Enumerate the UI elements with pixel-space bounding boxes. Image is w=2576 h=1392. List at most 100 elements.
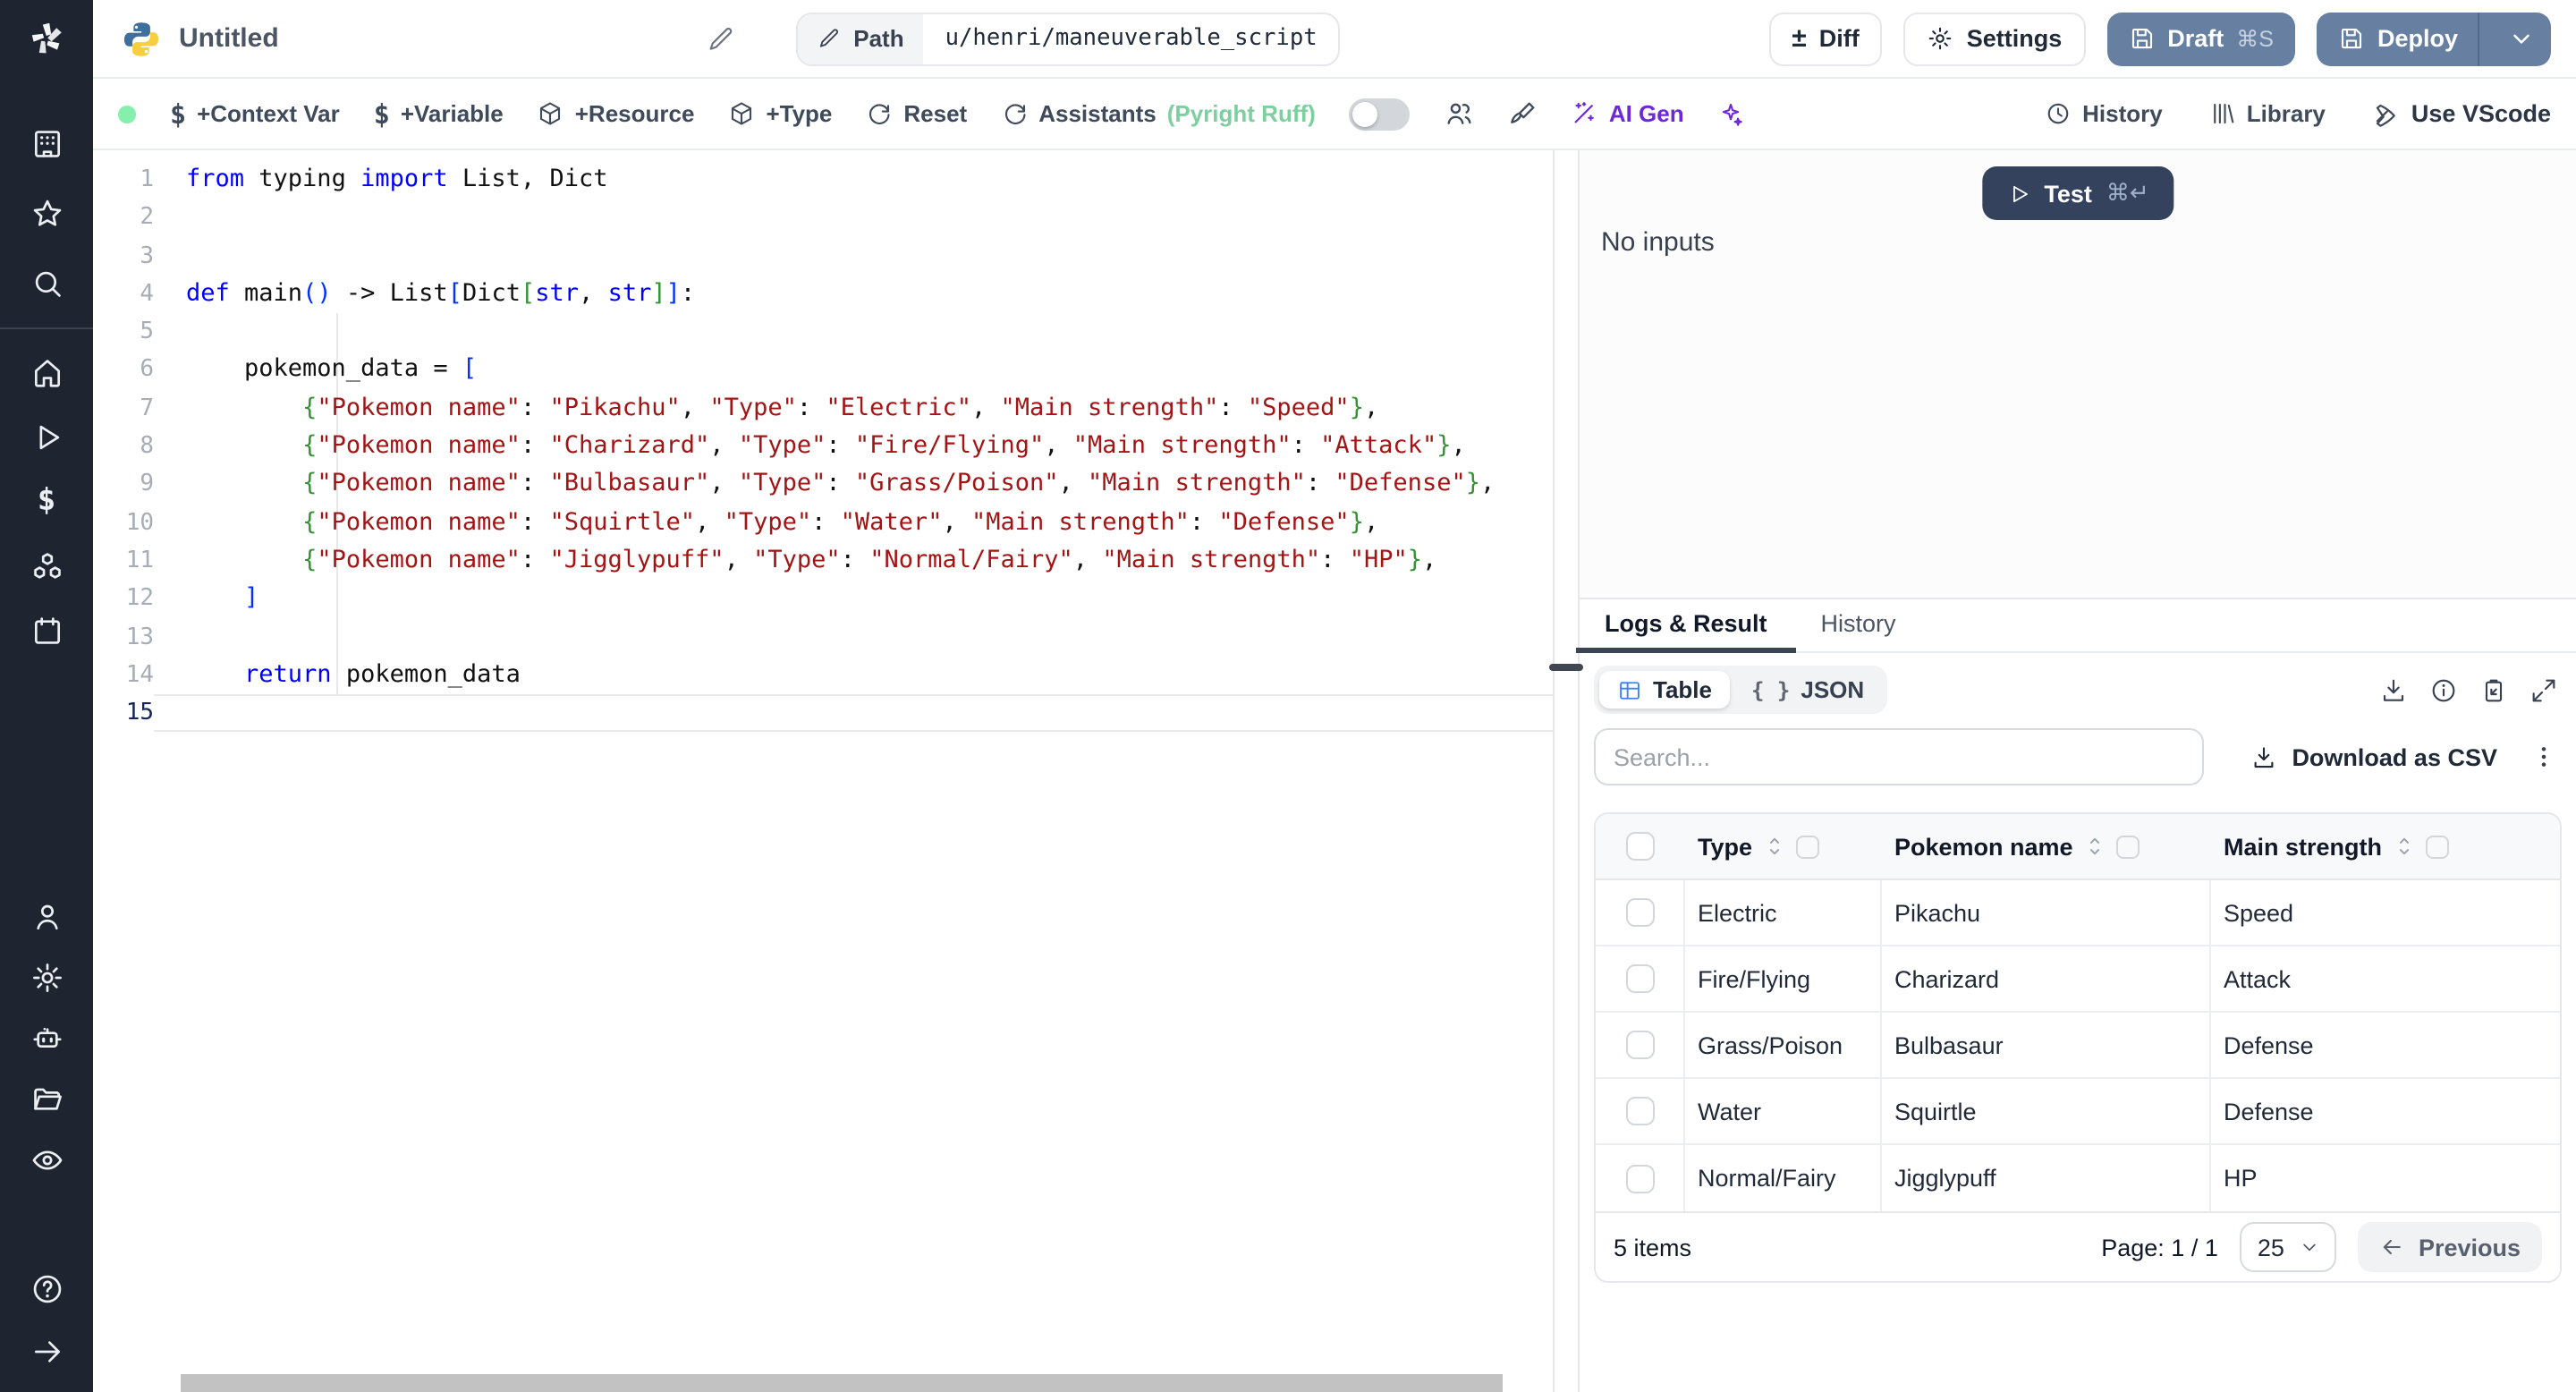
row-checkbox[interactable]	[1625, 1031, 1654, 1059]
select-all-checkbox[interactable]	[1626, 832, 1655, 861]
column-checkbox[interactable]	[1795, 835, 1819, 858]
ai-gen-button[interactable]: AI Gen	[1572, 100, 1684, 127]
view-switcher: Table { } JSON	[1594, 666, 1888, 714]
deploy-dropdown-chevron-icon[interactable]	[2492, 25, 2551, 52]
code-line[interactable]: 4 def main() -> List[Dict[str, str]]:	[93, 276, 1553, 314]
library-button[interactable]: Library	[2209, 100, 2326, 127]
path-label-segment: Path	[798, 13, 924, 64]
table-cell: Defense	[2224, 1031, 2314, 1058]
multiplayer-toggle[interactable]	[1349, 98, 1411, 130]
sort-main-strength-icon[interactable]	[2391, 834, 2416, 859]
edit-title-pencil-icon[interactable]	[707, 24, 735, 53]
copy-result-icon[interactable]	[2479, 675, 2508, 704]
line-number: 14	[125, 661, 154, 689]
sort-type-icon[interactable]	[1761, 834, 1786, 859]
sort-pokemon-name-icon[interactable]	[2082, 834, 2107, 859]
workspace-icon[interactable]	[29, 125, 64, 161]
path-value: u/henri/maneuverable_script	[945, 25, 1318, 52]
schedules-calendar-icon[interactable]	[29, 612, 64, 648]
search-input[interactable]	[1594, 728, 2204, 785]
code-line[interactable]: 15	[93, 694, 1553, 733]
variables-dollar-icon[interactable]: $	[29, 483, 64, 519]
favorites-star-icon[interactable]	[29, 195, 64, 231]
audit-eye-icon[interactable]	[29, 1142, 64, 1177]
add-variable-button[interactable]: $ +Variable	[374, 98, 504, 130]
line-number: 13	[125, 624, 154, 651]
code-line[interactable]: 5	[93, 313, 1553, 352]
column-header-main-strength: Main strength	[2224, 833, 2383, 860]
line-number: 3	[140, 242, 154, 270]
table-menu-kebab-icon[interactable]	[2529, 743, 2558, 771]
table-cell: HP	[2224, 1165, 2258, 1192]
deploy-button[interactable]: Deploy	[2316, 12, 2551, 65]
column-header-type: Type	[1698, 833, 1753, 860]
line-number: 12	[125, 585, 154, 613]
code-line[interactable]: 13	[93, 618, 1553, 657]
download-icon	[2255, 746, 2274, 768]
code-line[interactable]: 1 from typing import List, Dict	[93, 161, 1553, 199]
home-icon[interactable]	[29, 354, 64, 390]
settings-gear-icon[interactable]	[29, 959, 64, 995]
diff-button[interactable]: ± Diff	[1768, 12, 1883, 65]
user-icon[interactable]	[29, 898, 64, 934]
resize-handle[interactable]	[1549, 664, 1583, 671]
assistants-status: (Pyright Ruff)	[1166, 100, 1316, 127]
row-checkbox[interactable]	[1625, 898, 1654, 927]
table-cell: Squirtle	[1882, 1079, 2211, 1143]
view-json-button[interactable]: { } JSON	[1733, 671, 1882, 709]
multiplayer-users-icon[interactable]	[1445, 98, 1475, 129]
workers-robot-icon[interactable]	[29, 1020, 64, 1056]
code-line[interactable]: 8 {"Pokemon name": "Charizard", "Type": …	[93, 428, 1553, 466]
sparkles-icon[interactable]	[1718, 100, 1745, 127]
download-csv-button[interactable]: Download as CSV	[2250, 743, 2497, 770]
settings-button[interactable]: Settings	[1903, 12, 2086, 65]
use-vscode-button[interactable]: Use VScode	[2372, 99, 2551, 128]
script-path-field[interactable]: Path u/henri/maneuverable_script	[796, 12, 1341, 65]
add-context-var-button[interactable]: $ +Context Var	[170, 98, 340, 130]
row-checkbox[interactable]	[1625, 1097, 1654, 1125]
code-line[interactable]: 3	[93, 237, 1553, 276]
expand-result-icon[interactable]	[2529, 675, 2558, 704]
tab-history[interactable]: History	[1818, 610, 1900, 651]
editor-horizontal-scrollbar[interactable]	[181, 1374, 1503, 1392]
row-checkbox[interactable]	[1625, 1164, 1654, 1193]
reset-button[interactable]: Reset	[866, 100, 967, 127]
resources-cubes-icon[interactable]	[29, 547, 64, 583]
column-checkbox[interactable]	[2115, 835, 2140, 858]
search-icon[interactable]	[29, 265, 64, 301]
folders-icon[interactable]	[29, 1081, 64, 1116]
add-type-button[interactable]: +Type	[728, 100, 832, 127]
previous-page-button[interactable]: Previous	[2357, 1222, 2542, 1272]
code-line[interactable]: 11 {"Pokemon name": "Jigglypuff", "Type"…	[93, 542, 1553, 581]
app-window: $ Untitled Path u/henri/maneuverable_scr…	[0, 0, 2576, 1392]
draft-button[interactable]: Draft ⌘S	[2106, 12, 2295, 65]
help-icon[interactable]	[29, 1270, 64, 1306]
runs-play-icon[interactable]	[29, 419, 64, 454]
code-line[interactable]: 6 pokemon_data = [	[93, 352, 1553, 390]
code-lines: 1 from typing import List, Dict 2 3 4 def mai…	[93, 161, 1553, 733]
assistants-button[interactable]: Assistants (Pyright Ruff)	[1001, 100, 1316, 127]
add-resource-button[interactable]: +Resource	[538, 100, 694, 127]
code-line[interactable]: 10 {"Pokemon name": "Squirtle", "Type": …	[93, 504, 1553, 542]
expand-arrow-icon[interactable]	[29, 1333, 64, 1369]
code-line[interactable]: 2	[93, 199, 1553, 238]
column-checkbox[interactable]	[2425, 835, 2449, 858]
download-result-icon[interactable]	[2379, 675, 2408, 704]
editor-toolbar: $ +Context Var $ +Variable +Resource +Type…	[93, 79, 2576, 150]
test-button[interactable]: Test ⌘↵	[1981, 166, 2174, 220]
windmill-logo-icon[interactable]	[0, 0, 93, 79]
refresh-icon	[869, 104, 890, 125]
code-editor[interactable]: 1 from typing import List, Dict 2 3 4 def mai…	[93, 150, 1555, 1392]
page-size-select[interactable]: 25	[2239, 1222, 2336, 1272]
row-checkbox[interactable]	[1625, 964, 1654, 993]
format-brush-icon[interactable]	[1509, 99, 1538, 128]
view-table-button[interactable]: Table	[1599, 671, 1730, 709]
code-line[interactable]: 14 return pokemon_data	[93, 657, 1553, 695]
info-icon[interactable]	[2429, 675, 2458, 704]
line-number: 4	[140, 280, 154, 308]
code-line[interactable]: 9 {"Pokemon name": "Bulbasaur", "Type": …	[93, 466, 1553, 505]
history-button[interactable]: History	[2045, 100, 2163, 127]
code-line[interactable]: 12 ]	[93, 581, 1553, 619]
tab-logs-result[interactable]: Logs & Result	[1576, 610, 1795, 653]
code-line[interactable]: 7 {"Pokemon name": "Pikachu", "Type": "E…	[93, 390, 1553, 429]
